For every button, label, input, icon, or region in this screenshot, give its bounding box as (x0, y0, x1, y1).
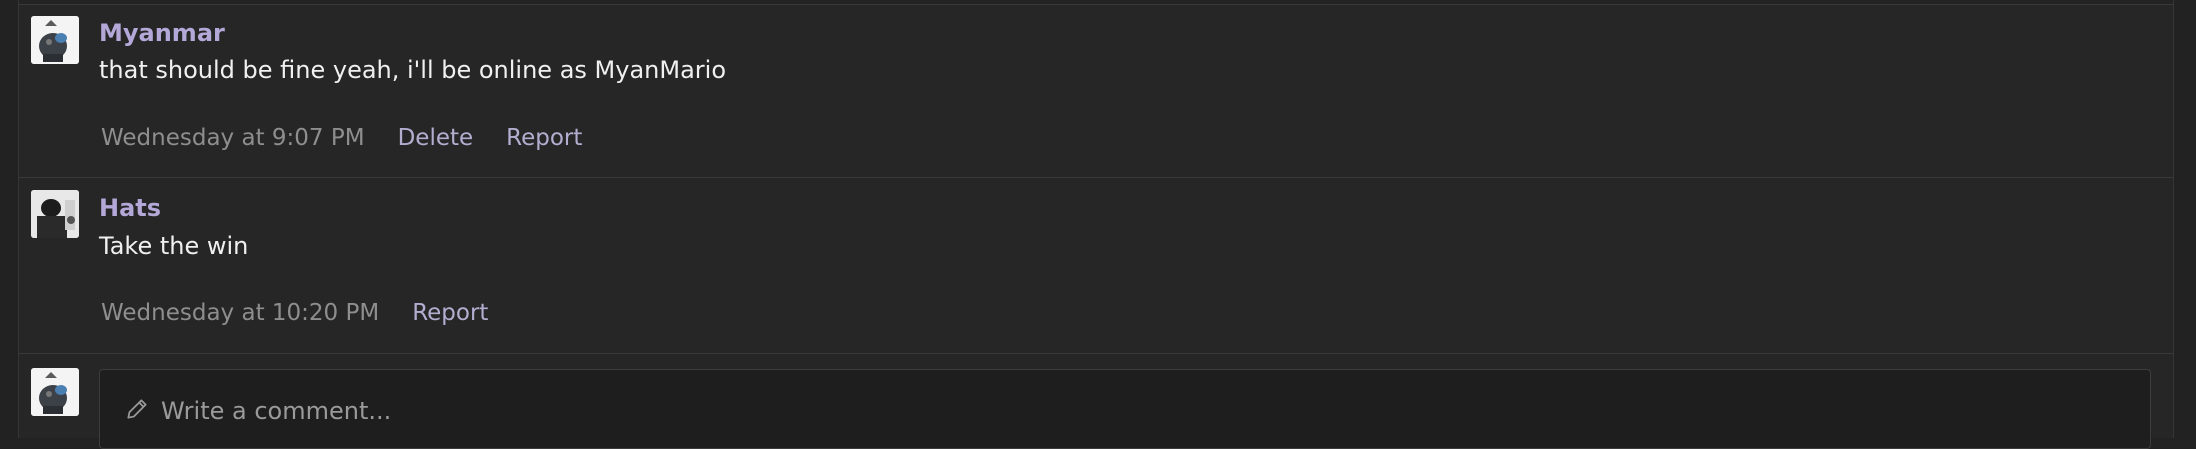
comments-panel: Myanmar that should be fine yeah, i'll b… (18, 0, 2174, 449)
comment-username[interactable]: Myanmar (99, 19, 225, 47)
comment-item: Hats Take the win Wednesday at 10:20 PM … (19, 178, 2173, 354)
comment-text: Take the win (99, 232, 249, 260)
comment-timestamp[interactable]: Wednesday at 9:07 PM (101, 125, 365, 151)
comment-timestamp[interactable]: Wednesday at 10:20 PM (101, 300, 379, 326)
avatar[interactable] (31, 16, 79, 64)
avatar[interactable] (31, 190, 79, 238)
report-link[interactable]: Report (412, 300, 488, 326)
report-link[interactable]: Report (506, 125, 582, 151)
avatar (31, 368, 79, 416)
comment-compose: Write a comment... (19, 354, 2173, 449)
comment-meta: Wednesday at 9:07 PM Delete Report (101, 125, 582, 151)
comment-input-placeholder: Write a comment... (161, 397, 392, 425)
comment-username[interactable]: Hats (99, 194, 161, 222)
comment-text: that should be fine yeah, i'll be online… (99, 56, 726, 84)
pencil-icon (127, 399, 147, 419)
delete-link[interactable]: Delete (398, 125, 474, 151)
comment-meta: Wednesday at 10:20 PM Report (101, 300, 488, 326)
comment-item: Myanmar that should be fine yeah, i'll b… (19, 4, 2173, 178)
comment-input[interactable]: Write a comment... (99, 369, 2151, 449)
